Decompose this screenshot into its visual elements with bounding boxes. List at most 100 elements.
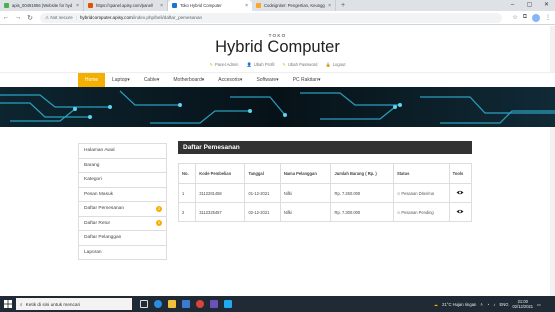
back-icon[interactable]: ← [0, 14, 12, 21]
close-tab-icon[interactable]: × [76, 3, 79, 9]
file-explorer-icon[interactable] [168, 300, 176, 308]
column-header: Tools [448, 163, 473, 184]
menu-item[interactable]: Accesoris▾ [211, 73, 249, 88]
profile-avatar[interactable] [532, 13, 540, 22]
new-tab-button[interactable]: + [336, 0, 350, 11]
notification-icon[interactable]: ▭ [537, 302, 541, 307]
orders-panel: Daftar Pemesanan No. Kode Pembelian Tangga… [177, 141, 473, 222]
user-link[interactable]: ✎ Ubah Password [282, 62, 317, 68]
weather-icon: ☁ [433, 301, 439, 307]
favicon-icon [256, 3, 261, 8]
browser-tab-title: apis_00491956 (Website for hyd [12, 3, 73, 8]
table-cell: Rp. 7.300.000 [330, 202, 394, 222]
table-cell: 3112325457 [195, 202, 246, 222]
main-menu-bar: Home Laptop▾ Cable▾ Motherboard▾ Accesoris▾ S… [0, 72, 555, 88]
menu-item[interactable]: Motherboard▾ [166, 73, 211, 88]
browser-tab[interactable]: apis_00491956 (Website for hyd × [0, 0, 84, 11]
column-header: Jumlah Barang ( Rp. ) [330, 163, 394, 184]
sidebar-item[interactable]: Laporan [78, 245, 167, 260]
menu-item[interactable]: Laptop▾ [105, 73, 137, 88]
view-detail-eye-icon[interactable] [456, 190, 464, 195]
table-cell: Nifki [279, 202, 332, 222]
taskbar-search-input[interactable]: ⌕ Ketik di sini untuk mencari [16, 298, 132, 310]
column-header: Nama Pelanggan [279, 163, 332, 184]
user-link-label: Logout [332, 62, 346, 67]
sidebar-item[interactable]: Barang [78, 158, 167, 173]
browser-menu-icon[interactable]: ⋮ [545, 14, 551, 22]
user-link[interactable]: 🔒 Logout [326, 62, 346, 68]
window-controls: – ▢ ✕ [504, 0, 555, 11]
browser-tab[interactable]: Codeigniter: Pengertian, Keungg × [252, 0, 336, 11]
sidebar-item[interactable]: Pesan Masuk [78, 187, 167, 202]
close-tab-icon[interactable]: × [328, 3, 331, 9]
table-cell: Rp. 7.260.000 [330, 183, 394, 203]
menu-item[interactable]: Cable▾ [137, 73, 167, 88]
sidebar-item[interactable]: Halaman Awal [78, 144, 167, 159]
close-window-icon[interactable]: ✕ [538, 0, 555, 11]
store-name: Hybrid Computer [215, 38, 340, 56]
user-link-icon: ✎ [282, 62, 286, 67]
address-bar-row: ← → ↻ ⚠ Not secure | hybridcomputer.apis… [0, 11, 555, 25]
chrome-icon[interactable] [196, 300, 204, 308]
task-view-icon[interactable] [140, 300, 148, 308]
warning-icon: ⚠ [45, 14, 50, 20]
table-cell: 3112281458 [195, 183, 246, 203]
bookmark-star-icon[interactable]: ☆ [512, 14, 517, 22]
browser-tab[interactable]: Toko Hybrid Computer × [168, 0, 252, 11]
menu-item[interactable]: Home [78, 73, 105, 88]
view-detail-eye-icon[interactable] [456, 209, 464, 214]
user-link-label: Ubah Password [287, 62, 318, 67]
favicon-icon [4, 3, 9, 8]
sidebar-item[interactable]: Daftar Pemesanan 2 [78, 202, 167, 217]
sidebar-item[interactable]: Daftar Retur 0 [78, 216, 167, 231]
extensions-icon[interactable]: ⧉ [523, 14, 527, 22]
menu-item[interactable]: Software▾ [249, 73, 285, 88]
reload-icon[interactable]: ↻ [24, 14, 36, 22]
tray-chevron-icon[interactable]: ˄ [480, 302, 482, 307]
status-text: Pesanan Diterima [401, 190, 434, 196]
user-link-label: Panel Admin [214, 62, 239, 67]
sidebar-item[interactable]: Daftar Pelanggan [78, 231, 167, 246]
count-badge: 0 [156, 220, 162, 227]
table-cell: 1 [177, 183, 197, 203]
favicon-icon [172, 3, 177, 8]
sidebar-item-label: Pesan Masuk [84, 191, 114, 197]
store-icon[interactable] [182, 300, 190, 308]
browser-tab[interactable]: https://cpanel.apisy.com/panel/ × [84, 0, 168, 11]
column-header: No. [177, 163, 197, 184]
table-cell: 01-12-2021 [244, 183, 281, 203]
user-links: ✎ Panel Admin 👤 Ubah Profil ✎ Ubah Password 🔒 L… [0, 62, 555, 68]
orders-panel-title: Daftar Pemesanan [178, 141, 472, 154]
status-icon: ⊙ [396, 209, 401, 215]
menu-item[interactable]: PC Rakitan▾ [286, 73, 328, 88]
table-cell: 02-12-2021 [244, 202, 281, 222]
browser-tab-bar: apis_00491956 (Website for hyd × https://c… [0, 0, 555, 11]
taskbar-clock[interactable]: 21:00 02/12/2021 [513, 299, 534, 309]
user-link-icon: 👤 [246, 62, 252, 67]
minimize-icon[interactable]: – [504, 0, 521, 11]
app-icon[interactable] [210, 300, 218, 308]
browser-tab-title: Toko Hybrid Computer [180, 3, 222, 8]
orders-table: No. Kode Pembelian Tanggal Nama Pelanggan Ju… [177, 163, 473, 222]
close-tab-icon[interactable]: × [245, 3, 248, 9]
search-icon: ⌕ [20, 301, 23, 307]
close-tab-icon[interactable]: × [160, 3, 163, 9]
column-header: Kode Pembelian [195, 163, 246, 184]
network-icon[interactable]: ◔ [487, 302, 490, 307]
sidebar-item-label: Laporan [84, 249, 102, 255]
user-link[interactable]: ✎ Panel Admin [209, 62, 238, 68]
windows-start-icon[interactable] [0, 296, 16, 312]
circuit-banner [0, 87, 555, 127]
forward-icon[interactable]: → [12, 14, 24, 21]
tools-cell [448, 183, 473, 203]
volume-icon[interactable]: ♪ [493, 302, 495, 307]
user-link[interactable]: 👤 Ubah Profil [246, 62, 274, 68]
not-secure-label[interactable]: ⚠ Not secure [45, 15, 73, 21]
sidebar-item[interactable]: Kategori [78, 173, 167, 188]
user-link-label: Ubah Profil [253, 62, 275, 67]
url-input[interactable]: ⚠ Not secure | hybridcomputer.apisy.com/… [40, 12, 502, 23]
edge-icon[interactable] [154, 300, 162, 308]
vscode-icon[interactable] [224, 300, 232, 308]
status-text: Pesanan Pending [401, 209, 434, 215]
maximize-icon[interactable]: ▢ [521, 0, 538, 11]
